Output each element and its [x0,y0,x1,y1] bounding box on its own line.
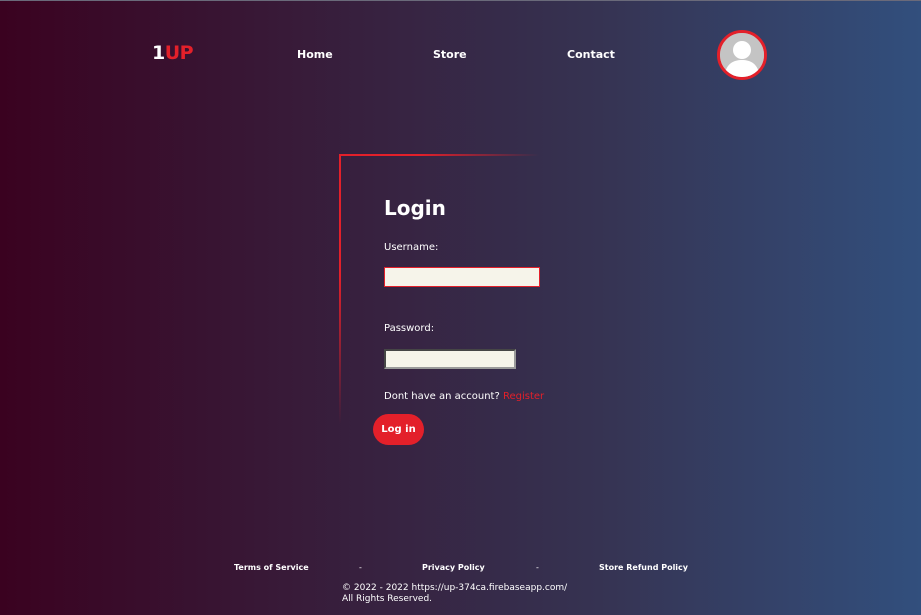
nav-contact-link[interactable]: Contact [567,48,615,61]
card-accent-left [339,154,341,424]
register-prompt: Dont have an account? Register [384,391,544,402]
user-avatar-icon [720,33,764,77]
logo-text: UP [164,42,194,64]
logo-number: 1 [152,42,165,64]
footer-separator: - [359,563,362,572]
copyright-line: © 2022 - 2022 https://up-374ca.firebasea… [342,583,568,593]
username-input[interactable] [384,267,540,287]
register-link[interactable]: Register [503,391,544,402]
footer-separator: - [536,563,539,572]
window-top-border [0,0,921,1]
no-account-text: Dont have an account? [384,391,500,402]
password-label: Password: [384,323,435,334]
terms-of-service-link[interactable]: Terms of Service [234,563,309,572]
rights-reserved-line: All Rights Reserved. [342,594,433,604]
login-button[interactable]: Log in [373,414,424,445]
copyright-notice: © 2022 - 2022 https://up-374ca.firebasea… [342,583,567,605]
site-logo[interactable]: 1UP [152,42,194,64]
store-refund-policy-link[interactable]: Store Refund Policy [599,563,688,572]
user-avatar-button[interactable] [717,30,767,80]
username-label: Username: [384,242,439,253]
password-input[interactable] [384,349,516,369]
login-title: Login [384,196,446,220]
nav-home-link[interactable]: Home [297,48,333,61]
privacy-policy-link[interactable]: Privacy Policy [422,563,485,572]
card-accent-top [339,154,539,156]
nav-store-link[interactable]: Store [433,48,467,61]
